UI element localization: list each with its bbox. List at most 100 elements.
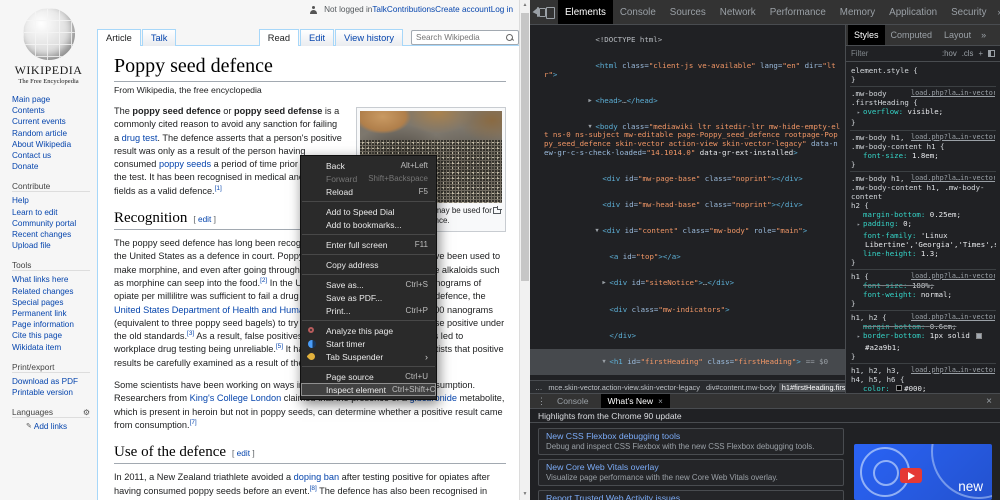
sidebar-link[interactable]: Random article <box>12 128 95 139</box>
styles-tab[interactable]: Layout <box>938 25 977 45</box>
card-title-link[interactable]: New Core Web Vitals overlay <box>546 462 836 473</box>
css-property[interactable]: ▸ overflow: visible; <box>851 107 995 118</box>
dom-tree-node[interactable]: <!DOCTYPE html> <box>530 27 845 53</box>
personal-bar-link[interactable]: Talk <box>372 5 387 14</box>
devtools-tab[interactable]: Performance <box>763 0 833 24</box>
css-property[interactable]: margin-bottom: 0.25em; <box>851 210 995 219</box>
sidebar-link[interactable]: Special pages <box>12 297 95 308</box>
view-tab[interactable]: View history <box>335 29 403 46</box>
drawer-tab[interactable]: Console <box>550 394 601 408</box>
wiki-link[interactable]: doping ban <box>294 472 339 482</box>
whats-new-card[interactable]: New Core Web Vitals overlay Visualize pa… <box>538 459 844 486</box>
close-tab-icon[interactable]: × <box>658 397 663 406</box>
css-property[interactable]: ▸ padding: 0; <box>851 219 995 230</box>
css-property[interactable]: font-size: 1.8em; <box>851 151 995 160</box>
sidebar-link[interactable]: Help <box>12 195 95 206</box>
page-scrollbar[interactable]: ▲ ▼ <box>519 0 530 500</box>
devtools-tab[interactable]: Console <box>613 0 663 24</box>
breadcrumb[interactable]: mce.skin-vector.action-view.skin-vector-… <box>545 383 703 392</box>
edit-link[interactable]: edit <box>198 214 211 224</box>
breadcrumb[interactable]: div#content.mw-body <box>703 383 779 392</box>
sidebar-link[interactable]: Upload file <box>12 240 95 251</box>
reference-link[interactable]: [5] <box>276 343 283 350</box>
devtools-tab[interactable]: Security <box>944 0 993 24</box>
context-menu-item[interactable]: Start timer <box>301 337 436 350</box>
context-menu-item[interactable] <box>302 320 435 321</box>
sidebar-link[interactable]: Page information <box>12 319 95 330</box>
sidebar-link[interactable]: ✎ Add links <box>26 421 95 432</box>
personal-bar-link[interactable]: Contributions <box>387 5 435 14</box>
stylesheet-link[interactable]: load.php?la…in-vector:1 <box>911 313 995 322</box>
context-menu-item[interactable]: Reload F5 <box>301 185 436 198</box>
styles-tab[interactable]: Styles <box>848 25 885 45</box>
sidebar-link[interactable]: What links here <box>12 274 95 285</box>
css-selector[interactable]: element.style { <box>851 66 995 75</box>
reference-link[interactable]: [8] <box>310 484 317 491</box>
dom-tree-node[interactable]: ▶ <div id="siteNotice">…</div> <box>530 271 845 297</box>
reference-link[interactable]: [7] <box>190 419 197 426</box>
sidebar-link[interactable]: Wikidata item <box>12 342 95 353</box>
sidebar-link[interactable]: Cite this page <box>12 330 95 341</box>
css-property[interactable]: ▸ border-bottom: 1px solid #a2a9b1; <box>851 331 995 352</box>
new-style-rule-button[interactable]: + <box>978 49 983 58</box>
dom-tree-node[interactable]: <html class="client-js ve-available" lan… <box>530 53 845 88</box>
sidebar-link[interactable]: Donate <box>12 161 95 172</box>
toggle-class-button[interactable]: .cls <box>962 49 974 58</box>
view-tab[interactable]: Edit <box>300 29 335 46</box>
context-menu-item[interactable]: Back Alt+Left <box>301 159 436 172</box>
sidebar-link[interactable]: Related changes <box>12 286 95 297</box>
styles-tab[interactable]: Computed <box>885 25 939 45</box>
devtools-tab[interactable]: Network <box>713 0 763 24</box>
devtools-tab[interactable]: Sources <box>663 0 713 24</box>
css-property[interactable]: margin-bottom: 0.6em; <box>851 322 995 331</box>
dom-tree-node[interactable]: ▼ <body class="mediawiki ltr sitedir-ltr … <box>530 114 845 166</box>
card-title-link[interactable]: New CSS Flexbox debugging tools <box>546 431 836 442</box>
whats-new-video-thumbnail[interactable]: new <box>854 444 992 500</box>
context-menu-item[interactable] <box>302 254 435 255</box>
context-menu-item[interactable] <box>302 274 435 275</box>
sidebar-link[interactable]: Recent changes <box>12 229 95 240</box>
devtools-tab[interactable]: Elements <box>558 0 613 24</box>
css-property[interactable]: line-height: 1.3; <box>851 249 995 258</box>
dom-tree-node[interactable]: ▶ <head>…</head> <box>530 88 845 114</box>
stylesheet-link[interactable]: load.php?la…in-vector:1 <box>911 89 995 98</box>
whats-new-card[interactable]: Report Trusted Web Activity issues <box>538 490 844 500</box>
sidebar-link[interactable]: Contact us <box>12 150 95 161</box>
stylesheet-link[interactable]: load.php?la…in-vector:1 <box>911 174 995 183</box>
css-property[interactable]: font-weight: normal; <box>851 290 995 299</box>
sidebar-link[interactable]: Current events <box>12 116 95 127</box>
more-tabs-icon[interactable]: » <box>977 30 990 40</box>
dom-tree-node[interactable]: <a id="top"></a> <box>530 245 845 271</box>
computed-panel-icon[interactable] <box>988 50 995 57</box>
breadcrumb[interactable]: … <box>532 383 545 392</box>
context-menu-item[interactable]: Add to bookmarks... <box>301 218 436 231</box>
play-button-icon[interactable] <box>900 468 922 483</box>
context-menu-item[interactable]: Print... Ctrl+P <box>301 304 436 317</box>
context-menu-item[interactable]: Save as... Ctrl+S <box>301 278 436 291</box>
card-title-link[interactable]: Report Trusted Web Activity issues <box>546 493 836 500</box>
context-menu-item[interactable] <box>302 366 435 367</box>
sidebar-link[interactable]: About Wikipedia <box>12 139 95 150</box>
css-property[interactable]: font-size: 188%; <box>851 281 995 290</box>
scroll-down-arrow-icon[interactable]: ▼ <box>520 489 530 500</box>
color-swatch[interactable] <box>976 332 983 339</box>
search-input[interactable] <box>416 33 506 42</box>
sidebar-link[interactable]: Community portal <box>12 218 95 229</box>
filter-input[interactable]: Filter <box>851 49 868 58</box>
drawer-kebab-icon[interactable]: ⋮ <box>533 396 550 407</box>
wiki-link[interactable]: King's College London <box>190 393 282 403</box>
dom-tree-node[interactable]: </div> <box>530 323 845 349</box>
whats-new-card[interactable]: New CSS Flexbox debugging tools Debug an… <box>538 428 844 455</box>
context-menu-item[interactable] <box>302 201 435 202</box>
more-tabs-icon[interactable]: » <box>994 7 1000 17</box>
context-menu-item[interactable]: Analyze this page <box>301 324 436 337</box>
dom-tree-node[interactable]: ▼ <div id="content" class="mw-body" role=… <box>530 218 845 244</box>
sidebar-link[interactable]: Download as PDF <box>12 376 95 387</box>
namespace-tab[interactable]: Talk <box>141 29 177 46</box>
context-menu-item[interactable]: Save as PDF... <box>301 291 436 304</box>
dom-tree-node[interactable]: <div id="mw-page-base" class="noprint"><… <box>530 166 845 192</box>
context-menu-item[interactable]: Add to Speed Dial <box>301 205 436 218</box>
enlarge-icon[interactable] <box>493 206 502 214</box>
breadcrumb[interactable]: h1#firstHeading.firstHeading <box>778 382 845 392</box>
edit-link[interactable]: edit <box>237 448 250 458</box>
